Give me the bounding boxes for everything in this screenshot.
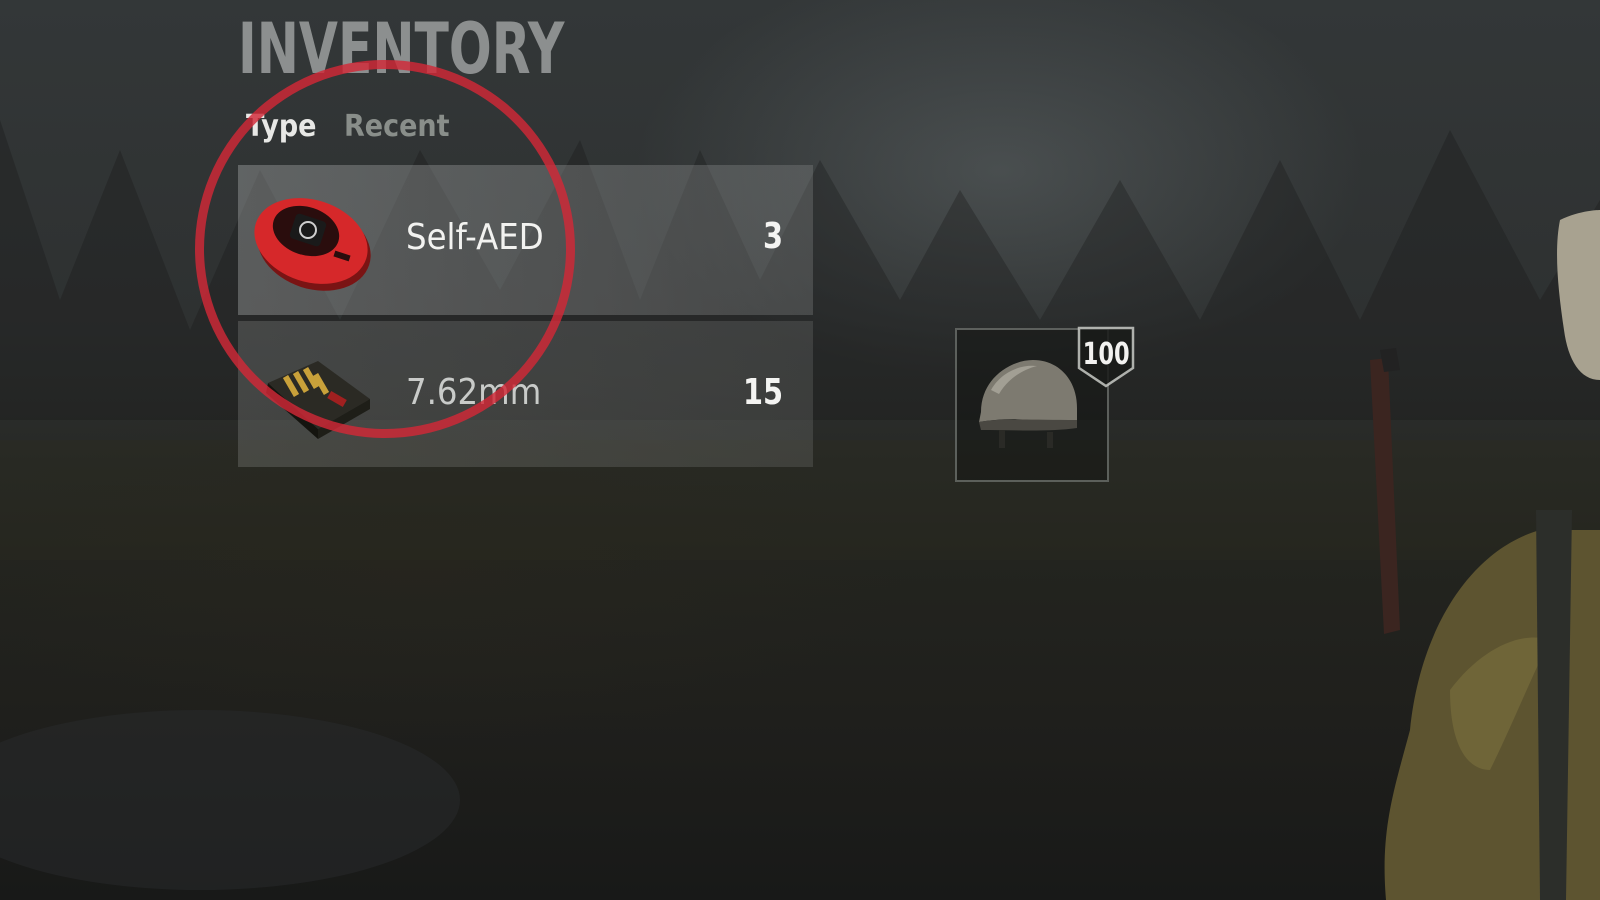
inventory-tabs: Type Recent (246, 112, 462, 142)
aed-icon (254, 198, 371, 291)
ammo-box-icon (266, 361, 370, 439)
inventory-item-self-aed[interactable]: Self-AED 3 (238, 165, 813, 315)
inventory-list: Self-AED 3 7.62mm 15 (238, 165, 813, 473)
tab-recent[interactable]: Recent (344, 112, 450, 142)
helmet-slot[interactable]: 100 (955, 326, 1135, 482)
item-count: 15 (742, 372, 783, 413)
inventory-title: INVENTORY (238, 8, 565, 90)
player-character (1370, 210, 1600, 900)
inventory-item-7-62mm[interactable]: 7.62mm 15 (238, 321, 813, 467)
item-count: 3 (762, 216, 783, 257)
helmet-durability: 100 (1082, 337, 1130, 372)
item-name: Self-AED (406, 217, 544, 258)
item-name: 7.62mm (406, 372, 542, 413)
helmet-icon (979, 360, 1077, 448)
tab-type[interactable]: Type (246, 112, 316, 142)
